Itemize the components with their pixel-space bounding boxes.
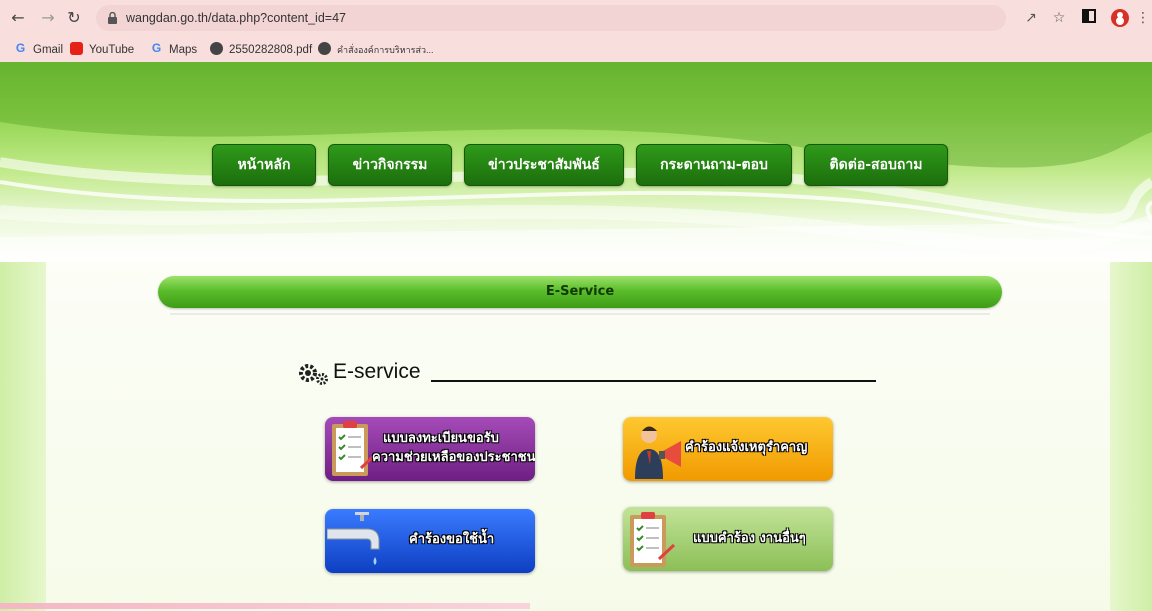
globe-icon (318, 42, 331, 56)
left-side-border (0, 232, 46, 611)
nav-public-relations[interactable]: ข่าวประชาสัมพันธ์ (464, 144, 624, 186)
lock-icon (108, 12, 117, 24)
heading-underline (431, 380, 876, 382)
bookmark-youtube[interactable]: YouTube (70, 38, 134, 62)
nav-home[interactable]: หน้าหลัก (212, 144, 316, 186)
bookmark-order[interactable]: คำสั่งองค์การบริหารส่ว... (318, 38, 434, 62)
menu-dots-icon[interactable]: ⋮ (1134, 9, 1152, 27)
address-bar[interactable]: wangdan.go.th/data.php?content_id=47 (96, 5, 1006, 31)
nav-activities[interactable]: ข่าวกิจกรรม (328, 144, 452, 186)
service-water-request[interactable]: คำร้องขอใช้น้ำ (325, 509, 535, 573)
water-tap-icon (327, 512, 380, 565)
google-icon: G (15, 41, 26, 56)
clipboard-icon (630, 512, 675, 567)
globe-icon (210, 42, 223, 56)
divider (170, 313, 990, 315)
footer-strip (0, 603, 530, 609)
bookmark-pdf[interactable]: 2550282808.pdf (210, 38, 312, 62)
gears-icon (299, 364, 328, 385)
header-banner: หน้าหลัก ข่าวกิจกรรม ข่าวประชาสัมพันธ์ ก… (0, 62, 1152, 262)
profile-avatar[interactable] (1111, 9, 1129, 27)
page-content: หน้าหลัก ข่าวกิจกรรม ข่าวประชาสัมพันธ์ ก… (0, 62, 1152, 611)
megaphone-man-icon (635, 426, 681, 479)
nav-contact[interactable]: ติดต่อ-สอบถาม (804, 144, 948, 186)
bookmarks-bar: G Gmail YouTube G Maps 2550282808.pdf คำสั… (0, 38, 1152, 62)
google-icon: G (151, 41, 162, 56)
reload-icon[interactable]: ↻ (64, 8, 84, 28)
share-icon[interactable]: ↗ (1022, 9, 1040, 27)
browser-toolbar: ← → ↻ wangdan.go.th/data.php?content_id=… (0, 0, 1152, 38)
bookmark-gmail[interactable]: G Gmail (14, 38, 63, 62)
url-text: wangdan.go.th/data.php?content_id=47 (126, 11, 346, 25)
star-icon[interactable]: ☆ (1050, 9, 1068, 27)
youtube-icon (70, 42, 83, 56)
nav-webboard[interactable]: กระดานถาม-ตอบ (636, 144, 792, 186)
bookmark-maps[interactable]: G Maps (150, 38, 197, 62)
side-panel-icon[interactable] (1080, 9, 1098, 27)
service-assistance-registration[interactable]: แบบลงทะเบียนขอรับ ความช่วยเหลือของประชาช… (325, 417, 535, 481)
section-title-bar: E-Service (158, 276, 1002, 308)
clipboard-icon (332, 421, 377, 476)
forward-arrow-icon[interactable]: → (38, 8, 58, 28)
back-arrow-icon[interactable]: ← (8, 8, 28, 28)
right-side-border (1110, 232, 1152, 611)
eservice-title: E-service (333, 360, 421, 383)
service-other-requests[interactable]: แบบคำร้อง งานอื่นๆ (623, 507, 833, 571)
service-nuisance-complaint[interactable]: คำร้องแจ้งเหตุรำคาญ (623, 417, 833, 481)
